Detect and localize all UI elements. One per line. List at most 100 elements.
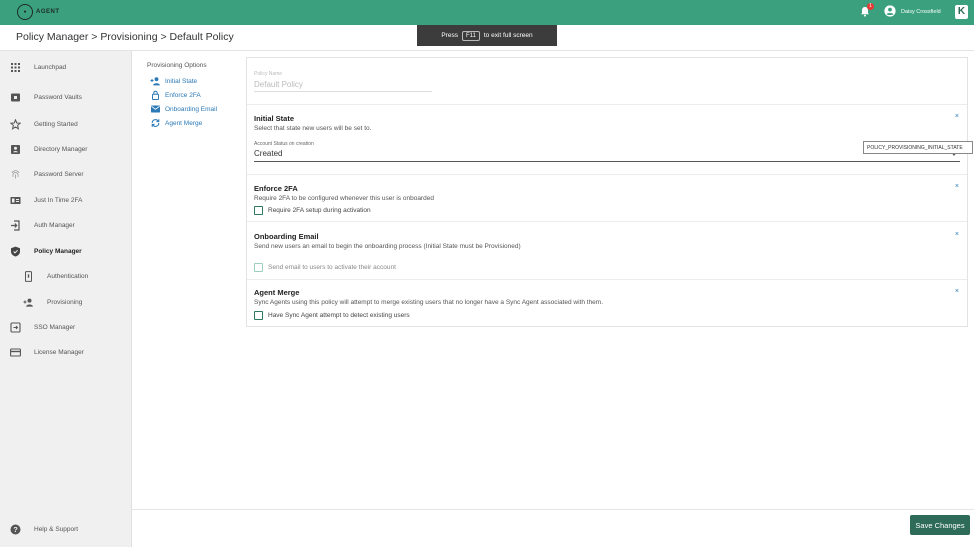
sidebar-item-launchpad[interactable]: Launchpad bbox=[0, 58, 132, 76]
svg-text:?: ? bbox=[13, 525, 18, 534]
sidebar-item-label: Authentication bbox=[47, 272, 89, 280]
policy-name-label: Policy Name bbox=[254, 71, 283, 77]
phone-icon bbox=[25, 270, 32, 282]
checkbox-row-require-2fa[interactable]: Require 2FA setup during activation bbox=[254, 206, 371, 215]
sidebar-item-label: Policy Manager bbox=[34, 247, 82, 255]
prov-link-label: Initial State bbox=[165, 77, 198, 85]
vault-icon bbox=[11, 93, 20, 101]
sidebar-item-authentication[interactable]: Authentication bbox=[0, 267, 132, 285]
user-name[interactable]: Daisy Crossfield bbox=[901, 9, 941, 15]
close-icon[interactable]: × bbox=[955, 113, 959, 120]
sidebar-item-password-server[interactable]: Password Server bbox=[0, 165, 132, 183]
section-description: Require 2FA to be configured whenever th… bbox=[254, 195, 434, 202]
shield-icon bbox=[11, 246, 20, 256]
help-icon: ? bbox=[10, 524, 21, 534]
field-key-tooltip: POLICY_PROVISIONING_INITIAL_STATE bbox=[863, 141, 973, 154]
sidebar-item-provisioning[interactable]: Provisioning bbox=[0, 293, 132, 311]
prov-link-initial-state[interactable]: Initial State bbox=[150, 76, 197, 86]
sidebar-item-policy-manager[interactable]: Policy Manager bbox=[0, 242, 132, 260]
sidebar-item-getting-started[interactable]: Getting Started bbox=[0, 115, 132, 133]
top-app-bar: ● AGENT bbox=[0, 0, 974, 25]
sidebar-item-label: Password Server bbox=[34, 170, 84, 178]
add-user-icon bbox=[23, 298, 33, 307]
fullscreen-toast-key: F11 bbox=[461, 30, 480, 41]
notification-badge: 1 bbox=[867, 3, 874, 10]
sidebar-item-label: Launchpad bbox=[34, 63, 67, 71]
account-status-value: Created bbox=[254, 149, 283, 158]
checkbox-row-send-email[interactable]: Send email to users to activate their ac… bbox=[254, 263, 396, 272]
section-initial-state: Initial State Select that state new user… bbox=[247, 104, 967, 174]
sidebar-item-label: Password Vaults bbox=[34, 93, 82, 101]
sidebar-item-just-in-time-2fa[interactable]: Just In Time 2FA bbox=[0, 191, 132, 209]
section-title: Enforce 2FA bbox=[254, 184, 298, 193]
sidebar-item-help-support[interactable]: ? Help & Support bbox=[0, 520, 132, 538]
policy-name-field[interactable] bbox=[254, 78, 432, 92]
fullscreen-toast-press: Press bbox=[441, 32, 458, 39]
logo-text: AGENT bbox=[36, 9, 60, 15]
sidebar-item-label: SSO Manager bbox=[34, 323, 76, 331]
account-status-label: Account Status on creation bbox=[254, 141, 314, 147]
close-icon[interactable]: × bbox=[955, 288, 959, 295]
checkbox-label: Send email to users to activate their ac… bbox=[268, 264, 396, 271]
prov-link-label: Agent Merge bbox=[165, 119, 203, 127]
badge-icon bbox=[10, 196, 21, 204]
sidebar-item-auth-manager[interactable]: Auth Manager bbox=[0, 216, 132, 234]
sidebar-item-directory-manager[interactable]: Directory Manager bbox=[0, 140, 132, 158]
section-title: Agent Merge bbox=[254, 288, 300, 297]
prov-link-agent-merge[interactable]: Agent Merge bbox=[150, 118, 202, 128]
sso-icon bbox=[10, 321, 21, 333]
sidebar-item-password-vaults[interactable]: Password Vaults bbox=[0, 88, 132, 106]
save-changes-button[interactable]: Save Changes bbox=[910, 515, 970, 535]
fingerprint-icon bbox=[11, 169, 20, 178]
email-icon bbox=[151, 105, 160, 113]
send-email-checkbox[interactable] bbox=[254, 263, 263, 272]
prov-link-label: Enforce 2FA bbox=[165, 91, 201, 99]
prov-link-onboarding-email[interactable]: Onboarding Email bbox=[150, 104, 217, 114]
card-icon bbox=[10, 347, 21, 357]
prov-link-label: Onboarding Email bbox=[165, 105, 218, 113]
checkbox-label: Have Sync Agent attempt to detect existi… bbox=[268, 312, 410, 319]
login-icon bbox=[11, 219, 20, 231]
section-enforce-2fa: Enforce 2FA Require 2FA to be configured… bbox=[247, 174, 967, 221]
checkbox-label: Require 2FA setup during activation bbox=[268, 207, 371, 214]
sidebar-item-label: Help & Support bbox=[34, 525, 79, 533]
sidebar-item-label: Getting Started bbox=[34, 120, 78, 128]
contact-card-icon bbox=[11, 144, 20, 154]
sidebar: Launchpad Password Vaults Getting Starte… bbox=[0, 51, 132, 547]
checkbox-row-detect-users[interactable]: Have Sync Agent attempt to detect existi… bbox=[254, 311, 410, 320]
section-agent-merge: Agent Merge Sync Agents using this polic… bbox=[247, 279, 967, 326]
sidebar-item-label: License Manager bbox=[34, 348, 84, 356]
sync-icon bbox=[151, 119, 160, 127]
sidebar-item-sso-manager[interactable]: SSO Manager bbox=[0, 318, 132, 336]
sidebar-item-label: Directory Manager bbox=[34, 145, 88, 153]
section-description: Send new users an email to begin the onb… bbox=[254, 243, 521, 250]
star-icon bbox=[10, 118, 21, 130]
lock-icon bbox=[152, 90, 159, 100]
add-user-icon bbox=[150, 77, 160, 86]
account-status-select[interactable]: Created bbox=[254, 149, 960, 162]
close-icon[interactable]: × bbox=[955, 183, 959, 190]
fullscreen-toast: Press F11 to exit full screen bbox=[417, 25, 557, 46]
account-circle-icon[interactable] bbox=[884, 5, 896, 17]
policy-form-card: Initial State Select that state new user… bbox=[246, 57, 968, 327]
sidebar-item-label: Just In Time 2FA bbox=[34, 196, 83, 204]
breadcrumb: Policy Manager > Provisioning > Default … bbox=[16, 31, 234, 43]
k-app-button[interactable]: K bbox=[955, 5, 968, 19]
grid-icon bbox=[11, 62, 20, 72]
section-title: Initial State bbox=[254, 114, 295, 123]
provisioning-options-title: Provisioning Options bbox=[147, 62, 207, 69]
section-onboarding-email: Onboarding Email Send new users an email… bbox=[247, 221, 967, 279]
section-description: Sync Agents using this policy will attem… bbox=[254, 299, 604, 306]
require-2fa-checkbox[interactable] bbox=[254, 206, 263, 215]
fullscreen-toast-text: to exit full screen bbox=[483, 32, 533, 39]
bottom-action-bar bbox=[132, 509, 974, 547]
prov-link-enforce-2fa[interactable]: Enforce 2FA bbox=[150, 90, 201, 100]
close-icon[interactable]: × bbox=[955, 231, 959, 238]
sidebar-item-license-manager[interactable]: License Manager bbox=[0, 343, 132, 361]
app-logo[interactable]: ● AGENT bbox=[17, 4, 60, 20]
sidebar-item-label: Auth Manager bbox=[34, 221, 75, 229]
logo-mark-icon: ● bbox=[17, 4, 33, 20]
section-title: Onboarding Email bbox=[254, 232, 319, 241]
detect-users-checkbox[interactable] bbox=[254, 311, 263, 320]
sidebar-item-label: Provisioning bbox=[47, 298, 83, 306]
